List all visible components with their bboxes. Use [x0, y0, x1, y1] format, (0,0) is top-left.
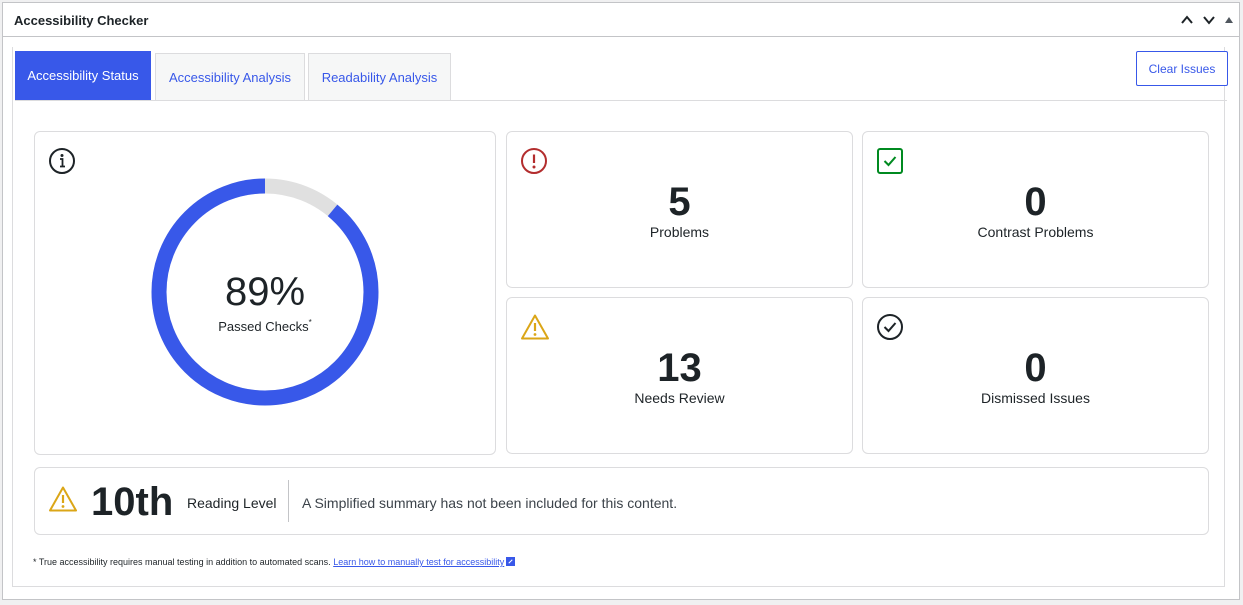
move-down-button[interactable]: [1198, 9, 1220, 31]
simplified-summary-status: A Simplified summary has not been includ…: [302, 495, 678, 511]
external-link-icon: [506, 557, 516, 566]
tabs-divider: [15, 100, 1227, 101]
problems-label: Problems: [649, 224, 710, 240]
info-icon: [49, 148, 75, 174]
tab-readability-analysis[interactable]: Readability Analysis: [308, 53, 451, 100]
needs-review-card: 13 Needs Review: [506, 297, 853, 454]
warning-icon: [521, 314, 549, 340]
needs-review-count: 13: [657, 346, 702, 390]
footnote: * True accessibility requires manual tes…: [33, 557, 516, 567]
reading-level-value: 10th: [91, 480, 174, 524]
triangle-up-icon: [1225, 17, 1233, 23]
passed-mark: *: [308, 318, 312, 327]
passed-percent: 89%: [224, 270, 306, 314]
contrast-problems-card: 0 Contrast Problems: [862, 131, 1209, 288]
tab-accessibility-analysis[interactable]: Accessibility Analysis: [155, 53, 305, 100]
problems-card: 5 Problems: [506, 131, 853, 288]
passed-label-wrap: Passed Checks*: [151, 318, 379, 334]
panel-header: Accessibility Checker: [3, 3, 1239, 37]
reading-level-card: 10th Reading Level A Simplified summary …: [34, 467, 1209, 535]
toggle-panel-button[interactable]: [1218, 9, 1240, 31]
problems-count: 5: [668, 180, 691, 224]
reading-level-label: Reading Level: [187, 495, 277, 511]
checkbox-icon: [877, 148, 903, 174]
move-up-button[interactable]: [1176, 9, 1198, 31]
check-circle-icon: [877, 314, 903, 340]
manual-testing-link-label: Learn how to manually test for accessibi…: [333, 557, 505, 567]
error-icon: [521, 148, 547, 174]
chevron-up-icon: [1181, 15, 1193, 24]
manual-testing-link[interactable]: Learn how to manually test for accessibi…: [333, 557, 516, 567]
panel-title: Accessibility Checker: [14, 13, 149, 28]
dismissed-label: Dismissed Issues: [981, 390, 1090, 406]
divider: [288, 480, 289, 522]
passed-checks-card: 89% Passed Checks*: [34, 131, 496, 455]
contrast-label: Contrast Problems: [977, 224, 1094, 240]
footnote-text: * True accessibility requires manual tes…: [33, 557, 331, 567]
passed-label: Passed Checks: [218, 319, 309, 334]
dismissed-count: 0: [1024, 346, 1047, 390]
tab-accessibility-status[interactable]: Accessibility Status: [15, 51, 151, 100]
warning-icon: [49, 486, 77, 512]
clear-issues-button[interactable]: Clear Issues: [1136, 51, 1228, 86]
dismissed-issues-card: 0 Dismissed Issues: [862, 297, 1209, 454]
contrast-count: 0: [1024, 180, 1047, 224]
chevron-down-icon: [1203, 16, 1215, 25]
needs-review-label: Needs Review: [634, 390, 725, 406]
